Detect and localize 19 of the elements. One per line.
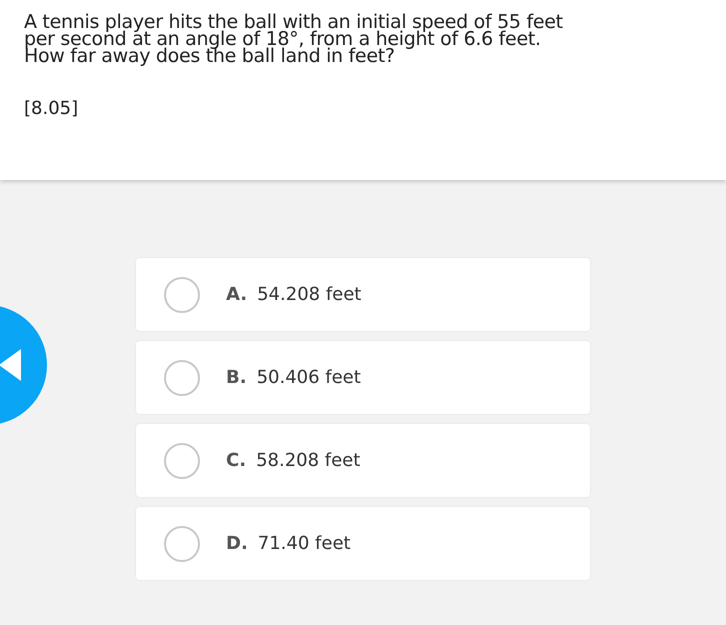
back-arrow-icon: [0, 349, 21, 381]
question-text: A tennis player hits the ball with an initial speed of 55 feet per second at an angle of 18°, from a height of 6.6 feet. How far away does the ball land in feet?: [24, 14, 564, 65]
answer-option[interactable]: C. 58.208 feet: [136, 424, 590, 497]
radio-button[interactable]: [164, 526, 200, 562]
reference-text: [8.05]: [24, 97, 80, 121]
option-text: 50.406 feet: [256, 366, 361, 390]
option-letter: B.: [226, 366, 247, 390]
radio-button[interactable]: [164, 442, 200, 478]
answer-option[interactable]: B. 50.406 feet: [136, 341, 590, 414]
radio-button[interactable]: [164, 276, 200, 312]
answer-option[interactable]: A. 54.208 feet: [136, 258, 590, 331]
option-letter: C.: [226, 449, 246, 473]
answer-option[interactable]: D. 71.40 feet: [136, 507, 590, 580]
option-text: 58.208 feet: [256, 449, 360, 473]
radio-button[interactable]: [164, 360, 200, 396]
option-text: 54.208 feet: [257, 283, 362, 307]
option-text: 71.40 feet: [258, 532, 351, 556]
option-letter: A.: [226, 283, 248, 307]
option-letter: D.: [226, 532, 248, 556]
